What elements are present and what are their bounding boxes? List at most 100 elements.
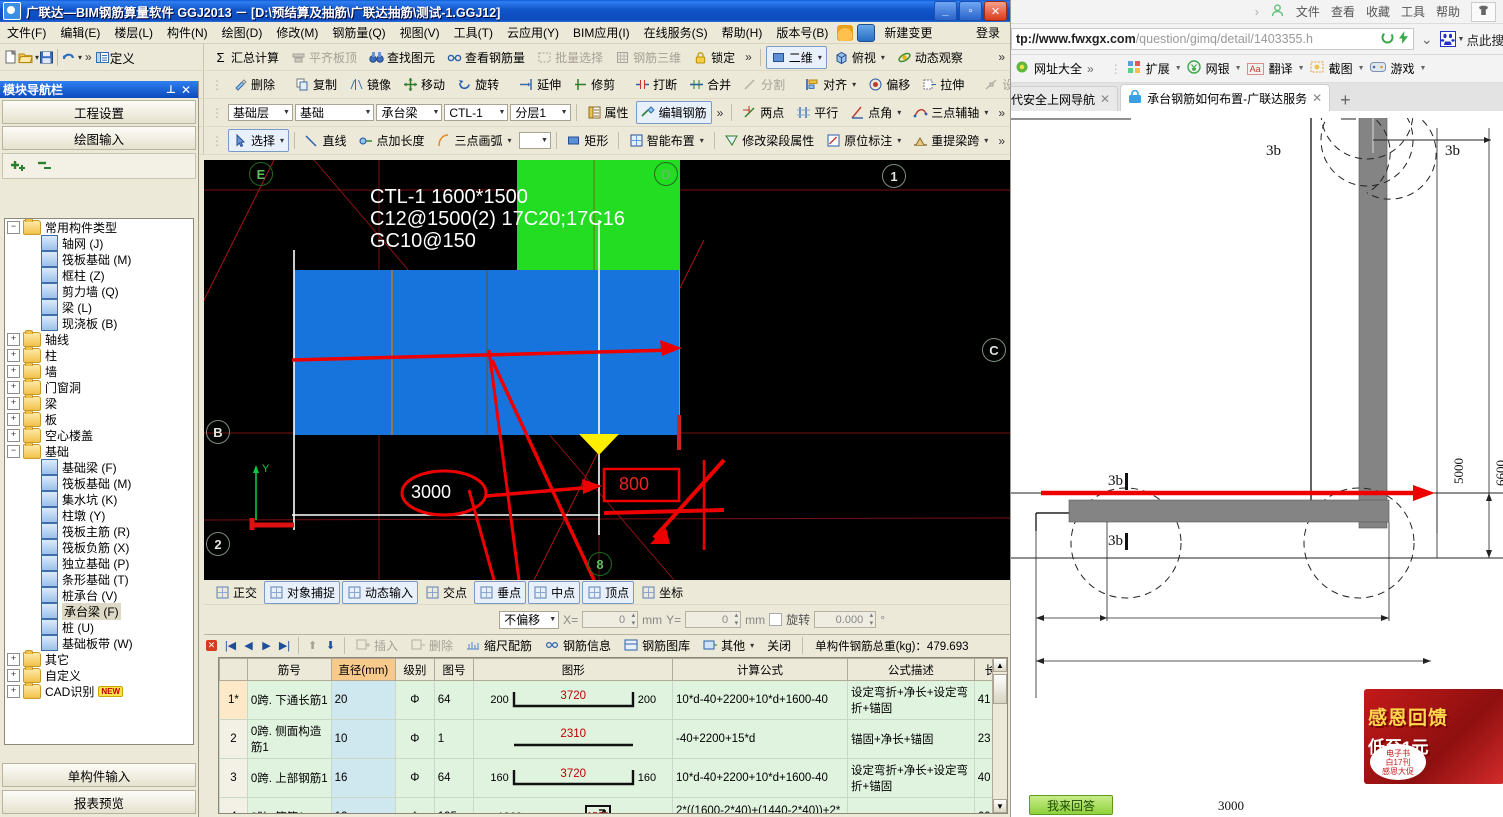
tree-item-raft-negative-rebar-icon[interactable]: 筏板负筋 (X) <box>5 539 193 555</box>
delete-button[interactable]: 删除 <box>228 73 280 96</box>
mirror-button[interactable]: 镜像 <box>344 73 396 96</box>
menu-item-rebar-quantity[interactable]: 钢筋量(Q) <box>325 22 392 43</box>
split-button[interactable]: 分割 <box>738 73 790 96</box>
scroll-thumb[interactable] <box>993 674 1007 704</box>
new-file-icon[interactable] <box>3 49 18 65</box>
main-toolbar-overflow[interactable]: » <box>742 50 755 64</box>
header-grade[interactable]: 级别 <box>395 658 435 681</box>
smart-place-button[interactable]: 智能布置 ▾ <box>624 129 709 152</box>
component-tree[interactable]: − 常用构件类型 轴网 (J) 筏板基础 (M) 框柱 (Z) 剪力墙 (Q) 梁 (L) 现… <box>4 218 194 745</box>
bookmark-online-bank[interactable]: 网银 <box>1206 60 1230 77</box>
tree-item-folder[interactable]: + 板 <box>5 409 193 427</box>
tree-expander[interactable]: − <box>7 444 20 458</box>
bookmark-games[interactable]: 游戏 <box>1391 60 1415 77</box>
menu-item-new-change[interactable]: 新建变更 <box>877 22 939 43</box>
row-index[interactable]: 3 <box>219 758 248 798</box>
axis-toolbar-overflow[interactable]: » <box>995 106 1010 120</box>
menu-item-floor[interactable]: 楼层(L) <box>107 22 160 43</box>
tree-item-strip-foundation-icon[interactable]: 条形基础 (T) <box>5 571 193 587</box>
bookmark-translate[interactable]: 翻译 <box>1269 60 1293 77</box>
align-dropdown[interactable]: ▾ <box>850 80 856 89</box>
header-rebar-no[interactable]: 筋号 <box>246 658 332 681</box>
cell-shape[interactable]: 1360 1520 <box>473 797 674 813</box>
tree-expander[interactable]: + <box>7 396 20 410</box>
cell-formula-desc[interactable]: 设定弯折+净长+设定弯折+锚固 <box>847 680 975 720</box>
tab-close-icon-active[interactable]: ✕ <box>1312 91 1322 105</box>
floor-selector[interactable]: 基础层 ▼ <box>228 104 293 121</box>
menu-item-help[interactable]: 帮助(H) <box>715 22 770 43</box>
edit-rebar-button[interactable]: 编辑钢筋 <box>635 101 712 124</box>
rotate-input[interactable]: 0.000 <box>814 611 877 628</box>
tree-item-folder[interactable]: + 墙 <box>5 361 193 379</box>
pin-icon[interactable]: ⊥ <box>166 83 181 96</box>
menu-item-version[interactable]: 版本号(B) <box>769 22 835 43</box>
rebar-info-button[interactable]: 钢筋信息 <box>540 634 616 657</box>
tree-item-folder[interactable]: + 门窗洞 <box>5 377 193 395</box>
first-record-icon[interactable]: |◀ <box>223 639 238 652</box>
games-dropdown-icon[interactable]: ▼ <box>1420 65 1427 72</box>
minimize-button[interactable]: _ <box>934 1 957 21</box>
tree-item-foundation-beam-icon[interactable]: 基础梁 (F) <box>5 459 193 475</box>
row-index[interactable]: 2 <box>219 719 248 759</box>
draw-toolbar-grip[interactable]: ⋮ <box>208 134 226 148</box>
cell-diameter[interactable]: 12 <box>330 797 397 813</box>
app-shortcut-icon[interactable] <box>857 23 876 42</box>
rebar-library-button[interactable]: 钢筋图库 <box>619 634 695 657</box>
header-diameter[interactable]: 直径(mm) <box>330 658 397 681</box>
tree-item-isolated-foundation-icon[interactable]: 独立基础 (P) <box>5 555 193 571</box>
bookmark-site-directory[interactable]: 网址大全 <box>1034 60 1082 77</box>
tree-item-foundation-band-icon[interactable]: 基础板带 (W) <box>5 635 193 651</box>
component-toolbar-grip[interactable]: ⋮ <box>208 106 226 120</box>
tree-item-folder[interactable]: − 常用构件类型 <box>5 219 193 235</box>
properties-button[interactable]: 属性 <box>582 101 634 124</box>
perpendicular-button[interactable]: 垂点 <box>474 581 527 604</box>
tree-item-raft-main-rebar-icon[interactable]: 筏板主筋 (R) <box>5 523 193 539</box>
last-record-icon[interactable]: ▶| <box>277 639 292 652</box>
extensions-dropdown-icon[interactable]: ▼ <box>1175 65 1182 72</box>
tree-item-shear-wall-icon[interactable]: 剪力墙 (Q) <box>5 283 193 299</box>
tree-item-pile-cap-icon[interactable]: 桩承台 (V) <box>5 587 193 603</box>
delete-row-button[interactable]: 删除 <box>406 634 458 657</box>
tree-item-pile-icon[interactable]: 桩 (U) <box>5 619 193 635</box>
baidu-search-icon[interactable] <box>1439 31 1456 47</box>
define-label[interactable]: 定义 <box>110 48 135 67</box>
coordinate-button[interactable]: 坐标 <box>636 581 688 604</box>
offset-button[interactable]: 偏移 <box>863 73 915 96</box>
cell-formula[interactable]: -40+2200+15*d <box>672 719 849 759</box>
three-point-axis-dropdown[interactable]: ▾ <box>982 108 988 117</box>
point-length-tool-button[interactable]: 点加长度 <box>353 129 429 152</box>
cell-shape-no[interactable]: 1 <box>433 719 475 759</box>
vertex-button[interactable]: 顶点 <box>582 581 635 604</box>
tree-expander[interactable]: − <box>7 220 20 234</box>
close-rebar-button[interactable]: 关闭 <box>762 634 796 657</box>
online-bank-icon[interactable] <box>1186 60 1201 77</box>
top-view-button[interactable]: 俯视 ▾ <box>829 46 890 69</box>
cell-shape-no[interactable]: 195 <box>433 797 475 813</box>
tree-item-sump-icon[interactable]: 集水坑 (K) <box>5 491 193 507</box>
find-element-button[interactable]: 查找图元 <box>364 46 440 69</box>
menu-item-file[interactable]: 文件(F) <box>0 22 53 43</box>
cell-shape[interactable]: 2310 <box>473 719 674 759</box>
maximize-button[interactable]: ▫ <box>959 1 982 21</box>
stretch-button[interactable]: 拉伸 <box>917 73 969 96</box>
tree-item-folder[interactable]: + 空心楼盖 <box>5 425 193 443</box>
refresh-icon[interactable] <box>1381 31 1394 47</box>
cell-formula[interactable]: 10*d-40+2200+10*d+1600-40 <box>672 680 849 720</box>
rectangle-tool-button[interactable]: 矩形 <box>561 129 613 152</box>
view-2d-button[interactable]: 二维 ▾ <box>765 45 827 69</box>
cell-formula[interactable]: 2*((1600-2*40)+(1440-2*40))+2*(11.9*d) <box>672 797 849 813</box>
point-angle-dropdown[interactable]: ▾ <box>895 108 901 117</box>
three-point-arc-dropdown[interactable]: ▾ <box>506 136 512 145</box>
cell-grade[interactable]: Φ <box>395 758 435 798</box>
tree-expander[interactable]: + <box>7 348 20 362</box>
menu-item-online-service[interactable]: 在线服务(S) <box>637 22 715 43</box>
move-up-icon[interactable]: ⬆ <box>305 639 320 652</box>
menu-item-draw[interactable]: 绘图(D) <box>215 22 270 43</box>
tree-expander[interactable]: + <box>7 364 20 378</box>
scroll-up-arrow[interactable]: ▲ <box>993 658 1007 672</box>
tree-item-folder[interactable]: + CAD识别 NEW <box>5 681 193 699</box>
header-shape[interactable]: 图形 <box>473 658 674 681</box>
cell-grade[interactable]: Φ <box>395 797 435 813</box>
tree-expander[interactable]: + <box>7 652 20 666</box>
address-dropdown-icon[interactable]: ⌄ <box>1414 31 1440 48</box>
